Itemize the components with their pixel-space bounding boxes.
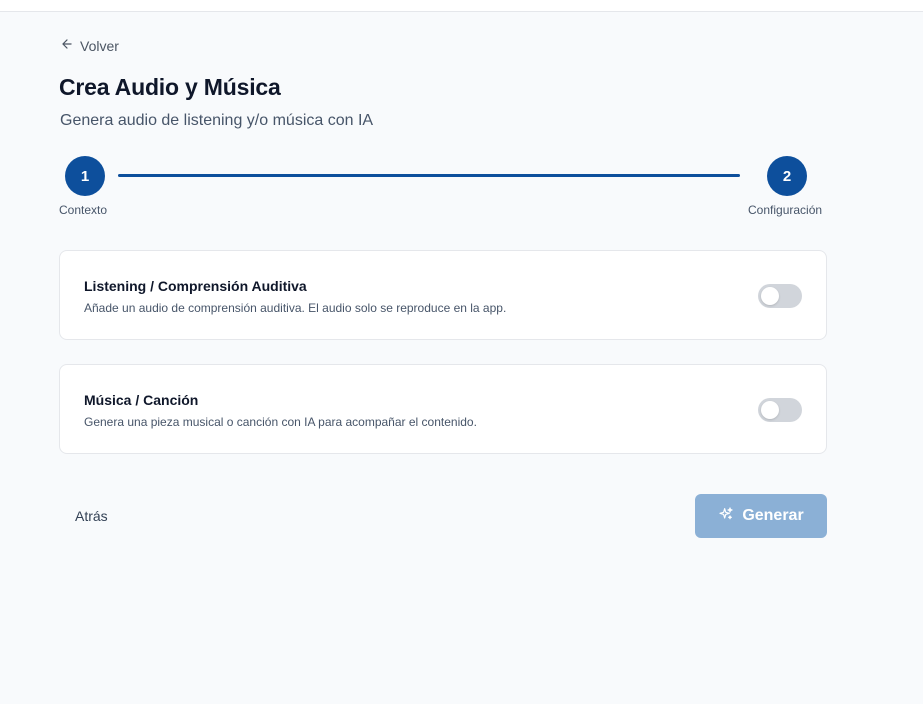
toggle-knob xyxy=(761,401,779,419)
music-option-title: Música / Canción xyxy=(84,392,199,408)
sparkles-icon xyxy=(718,506,734,527)
step-1-circle[interactable]: 1 xyxy=(65,156,105,196)
listening-option-title: Listening / Comprensión Auditiva xyxy=(84,278,307,294)
music-toggle[interactable] xyxy=(758,398,802,422)
back-link-label: Volver xyxy=(80,37,119,54)
music-option-card: Música / Canción Genera una pieza musica… xyxy=(59,364,827,454)
page-title: Crea Audio y Música xyxy=(59,74,281,100)
step-1-label: Contexto xyxy=(59,203,108,217)
top-bar xyxy=(0,0,923,12)
arrow-left-icon xyxy=(60,37,74,54)
step-progress-line xyxy=(118,174,740,177)
page-subtitle: Genera audio de listening y/o música con… xyxy=(60,112,374,129)
toggle-knob xyxy=(761,287,779,305)
step-2-circle[interactable]: 2 xyxy=(767,156,807,196)
music-option-description: Genera una pieza musical o canción con I… xyxy=(84,415,477,429)
back-button[interactable]: Atrás xyxy=(60,500,123,532)
back-link[interactable]: Volver xyxy=(60,37,119,54)
generate-button-label: Generar xyxy=(742,507,804,524)
step-2-label: Configuración xyxy=(748,203,823,217)
generate-button[interactable]: Generar xyxy=(695,494,827,538)
listening-option-card: Listening / Comprensión Auditiva Añade u… xyxy=(59,250,827,340)
listening-toggle[interactable] xyxy=(758,284,802,308)
listening-option-description: Añade un audio de comprensión auditiva. … xyxy=(84,301,507,315)
